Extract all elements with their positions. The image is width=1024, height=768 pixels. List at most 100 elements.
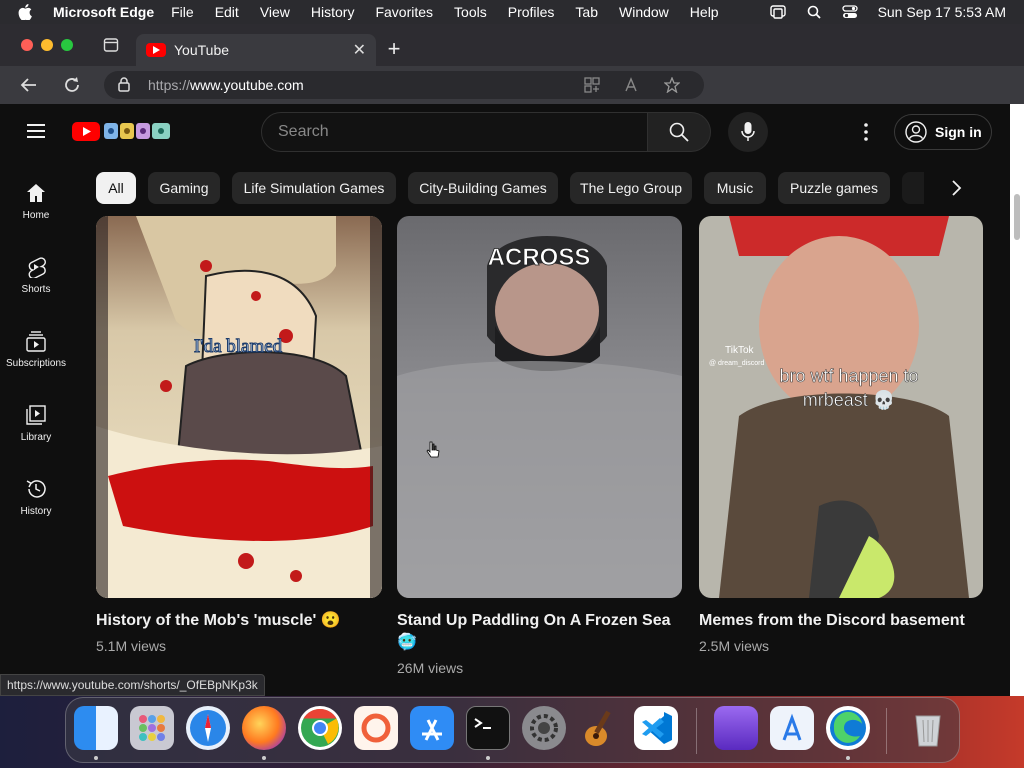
url-text[interactable]: https://www.youtube.com: [148, 77, 304, 93]
url-protocol: https://: [148, 77, 191, 93]
chip-city-building-games[interactable]: City-Building Games: [408, 172, 558, 204]
mouse-hand-cursor-icon: [426, 441, 440, 458]
xcode-tools-icon[interactable]: [770, 706, 814, 750]
lock-icon[interactable]: [118, 77, 132, 93]
menu-profiles[interactable]: Profiles: [508, 4, 555, 20]
zoom-window-button[interactable]: [61, 39, 73, 51]
garageband-icon[interactable]: [578, 706, 622, 750]
macos-menubar: Microsoft Edge File Edit View History Fa…: [0, 0, 1024, 24]
menu-help[interactable]: Help: [690, 4, 719, 20]
sidebar-label-shorts: Shorts: [21, 284, 51, 295]
search-input[interactable]: Search: [261, 112, 648, 152]
nova-icon[interactable]: [354, 706, 398, 750]
menu-file[interactable]: File: [171, 4, 194, 20]
menu-view[interactable]: View: [260, 4, 290, 20]
vscode-icon[interactable]: [634, 706, 678, 750]
sidebar-item-history[interactable]: History: [0, 456, 72, 530]
short-thumbnail-1[interactable]: I'da blamed: [96, 216, 382, 598]
scrollbar-thumb[interactable]: [1014, 194, 1020, 240]
close-window-button[interactable]: [21, 39, 33, 51]
chip-life-simulation-games[interactable]: Life Simulation Games: [232, 172, 396, 204]
search-placeholder: Search: [278, 123, 329, 140]
library-icon: [26, 405, 46, 425]
system-settings-icon[interactable]: [522, 706, 566, 750]
sidebar-item-home[interactable]: Home: [0, 160, 72, 234]
search-button[interactable]: [647, 112, 711, 152]
tab-actions-icon[interactable]: [103, 37, 119, 53]
page-scrollbar[interactable]: [1010, 104, 1024, 696]
firefox-icon[interactable]: [242, 706, 286, 750]
link-status-bar: https://www.youtube.com/shorts/_OfEBpNKp…: [0, 674, 265, 696]
youtube-page: Search Sign in Home Shorts Subscriptions…: [0, 104, 1010, 696]
active-app-name[interactable]: Microsoft Edge: [53, 4, 154, 20]
edge-icon[interactable]: [826, 706, 870, 750]
url-host: www.youtube.com: [190, 77, 304, 93]
chevron-right-icon[interactable]: [944, 176, 968, 200]
short-caption-1: I'da blamed: [194, 336, 283, 357]
favorite-star-icon[interactable]: [663, 76, 681, 94]
chip-partial[interactable]: [902, 172, 924, 204]
launchpad-icon[interactable]: [130, 706, 174, 750]
minimize-window-button[interactable]: [41, 39, 53, 51]
shorts-icon: [28, 257, 46, 278]
trash-icon[interactable]: [906, 706, 950, 750]
new-tab-button[interactable]: +: [384, 36, 404, 62]
back-arrow-icon[interactable]: [19, 75, 39, 95]
youtube-header: Search Sign in: [0, 104, 1010, 160]
menu-history[interactable]: History: [311, 4, 355, 20]
menu-window[interactable]: Window: [619, 4, 669, 20]
apple-configurator-icon[interactable]: [714, 706, 758, 750]
address-bar[interactable]: https://www.youtube.com: [104, 71, 704, 99]
spotlight-search-icon[interactable]: [806, 4, 822, 20]
edge-running-dot: [846, 756, 850, 760]
menubar-clock[interactable]: Sun Sep 17 5:53 AM: [878, 4, 1006, 20]
apple-menu-icon[interactable]: [18, 4, 38, 20]
app-available-icon[interactable]: [584, 77, 600, 93]
terminal-icon[interactable]: [466, 706, 510, 750]
guide-menu-icon[interactable]: [27, 124, 45, 138]
control-center-icon[interactable]: [841, 4, 858, 20]
short-thumbnail-image-1: I'da blamed: [96, 216, 382, 598]
browser-toolbar: https://www.youtube.com: [0, 66, 1024, 166]
account-circle-icon: [905, 121, 927, 143]
dock-separator: [696, 708, 697, 754]
refresh-icon[interactable]: [62, 75, 82, 95]
app-store-icon[interactable]: [410, 706, 454, 750]
finder-icon[interactable]: [74, 706, 118, 750]
voice-search-button[interactable]: [728, 112, 768, 152]
chip-puzzle-games[interactable]: Puzzle games: [778, 172, 890, 204]
chrome-icon[interactable]: [298, 706, 342, 750]
sidebar-label-home: Home: [22, 210, 50, 221]
sidebar-label-history: History: [20, 506, 52, 517]
sidebar-item-library[interactable]: Library: [0, 382, 72, 456]
short-thumbnail-3[interactable]: TikTok @ dream_discord bro wtf happen to…: [699, 216, 983, 598]
menu-tools[interactable]: Tools: [454, 4, 487, 20]
sidebar-item-subscriptions[interactable]: Subscriptions: [0, 308, 72, 382]
sign-in-button[interactable]: Sign in: [894, 114, 992, 150]
short-thumbnail-2[interactable]: ACROSS: [397, 216, 682, 598]
sidebar-label-library: Library: [20, 432, 52, 443]
settings-menu-icon[interactable]: [858, 120, 874, 144]
read-aloud-icon[interactable]: [624, 77, 640, 93]
chip-all[interactable]: All: [96, 172, 136, 204]
chip-the-lego-group[interactable]: The Lego Group: [570, 172, 692, 204]
short-title-3[interactable]: Memes from the Discord basement: [699, 610, 989, 632]
tab-title: YouTube: [174, 42, 230, 58]
close-tab-icon[interactable]: ✕: [353, 40, 366, 60]
chip-gaming[interactable]: Gaming: [148, 172, 220, 204]
screen-mirroring-icon[interactable]: [769, 4, 786, 20]
short-title-1[interactable]: History of the Mob's 'muscle' 😮: [96, 610, 386, 632]
short-title-2-emoji[interactable]: 🥶: [397, 632, 417, 654]
chip-music[interactable]: Music: [704, 172, 766, 204]
sidebar-item-shorts[interactable]: Shorts: [0, 234, 72, 308]
youtube-doodle-logo[interactable]: [72, 120, 172, 142]
safari-icon[interactable]: [186, 706, 230, 750]
macos-dock: [65, 697, 960, 763]
menu-favorites[interactable]: Favorites: [375, 4, 433, 20]
menu-edit[interactable]: Edit: [215, 4, 239, 20]
menu-tab[interactable]: Tab: [575, 4, 598, 20]
short-title-2[interactable]: Stand Up Paddling On A Frozen Sea: [397, 610, 687, 632]
browser-tab-youtube[interactable]: YouTube ✕: [136, 34, 376, 66]
short-thumbnail-image-2: ACROSS: [397, 216, 682, 598]
dock-separator-2: [886, 708, 887, 754]
